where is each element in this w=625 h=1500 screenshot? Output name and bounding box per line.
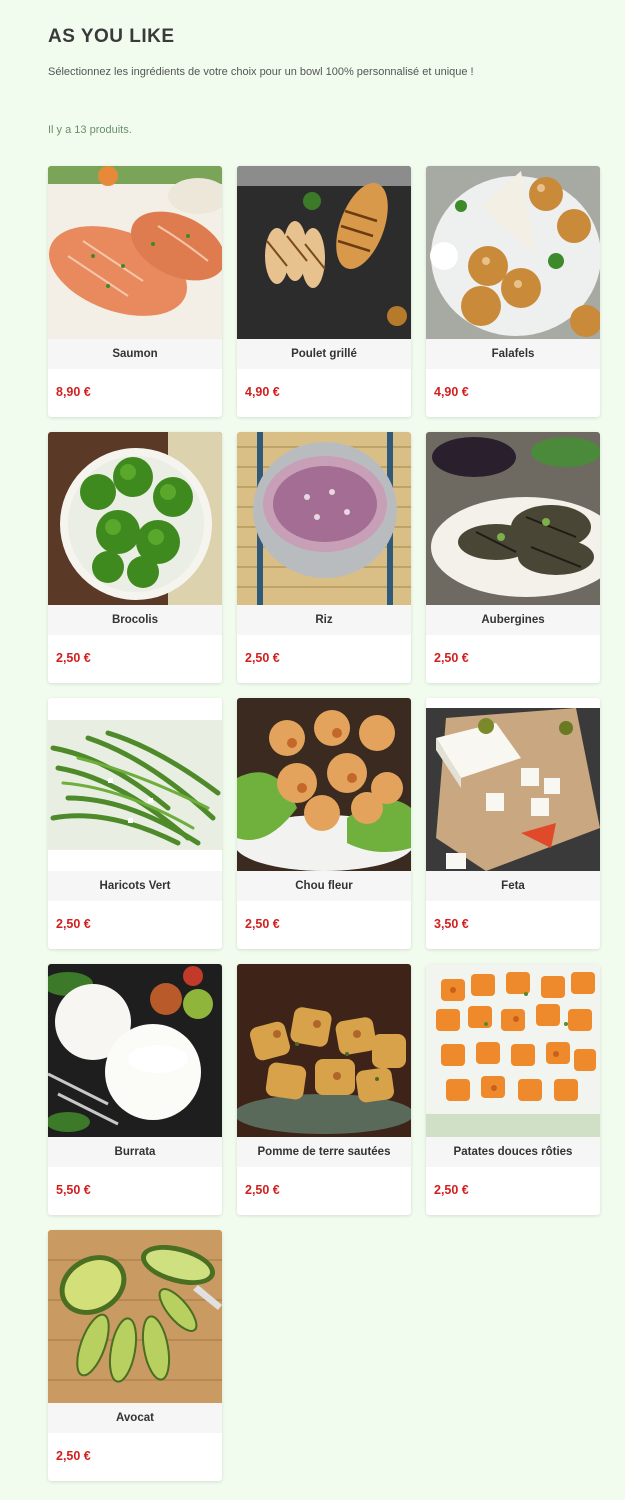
product-name[interactable]: Chou fleur (237, 871, 411, 901)
product-image-riz[interactable] (237, 432, 411, 605)
product-price: 2,50 € (434, 651, 469, 665)
product-price: 5,50 € (56, 1183, 91, 1197)
product-price: 2,50 € (245, 651, 280, 665)
product-image-feta[interactable] (426, 698, 600, 871)
product-card-poulet-grille[interactable]: Poulet grillé 4,90 € (237, 166, 411, 417)
product-image-burrata[interactable] (48, 964, 222, 1137)
product-card-aubergines[interactable]: Aubergines 2,50 € (426, 432, 600, 683)
product-image-patates-douces-roties[interactable] (426, 964, 600, 1137)
product-image-haricots-vert[interactable] (48, 698, 222, 871)
product-name[interactable]: Haricots Vert (48, 871, 222, 901)
product-card-patates-douces-roties[interactable]: Patates douces rôties 2,50 € (426, 964, 600, 1215)
product-count: Il y a 13 produits. (48, 124, 132, 136)
product-image-chou-fleur[interactable] (237, 698, 411, 871)
product-price: 4,90 € (245, 385, 280, 399)
product-card-feta[interactable]: Feta 3,50 € (426, 698, 600, 949)
product-card-pomme-de-terre-sautees[interactable]: Pomme de terre sautées 2,50 € (237, 964, 411, 1215)
product-card-avocat[interactable]: Avocat 2,50 € (48, 1230, 222, 1481)
product-price: 2,50 € (56, 1449, 91, 1463)
product-price: 2,50 € (434, 1183, 469, 1197)
product-price: 2,50 € (56, 917, 91, 931)
product-name[interactable]: Saumon (48, 339, 222, 369)
product-name[interactable]: Brocolis (48, 605, 222, 635)
product-card-falafels[interactable]: Falafels 4,90 € (426, 166, 600, 417)
product-name[interactable]: Burrata (48, 1137, 222, 1167)
product-image-pomme-de-terre-sautees[interactable] (237, 964, 411, 1137)
product-image-poulet-grille[interactable] (237, 166, 411, 339)
product-name[interactable]: Feta (426, 871, 600, 901)
product-price: 2,50 € (245, 1183, 280, 1197)
product-price: 2,50 € (245, 917, 280, 931)
product-name[interactable]: Poulet grillé (237, 339, 411, 369)
product-grid: Saumon 8,90 € Poulet grillé 4,90 € Falaf… (48, 166, 600, 1481)
product-price: 4,90 € (434, 385, 469, 399)
product-card-haricots-vert[interactable]: Haricots Vert 2,50 € (48, 698, 222, 949)
product-price: 8,90 € (56, 385, 91, 399)
product-card-burrata[interactable]: Burrata 5,50 € (48, 964, 222, 1215)
product-name[interactable]: Aubergines (426, 605, 600, 635)
product-name[interactable]: Avocat (48, 1403, 222, 1433)
product-name[interactable]: Patates douces rôties (426, 1137, 600, 1167)
product-name[interactable]: Falafels (426, 339, 600, 369)
product-image-falafels[interactable] (426, 166, 600, 339)
product-image-brocolis[interactable] (48, 432, 222, 605)
product-card-saumon[interactable]: Saumon 8,90 € (48, 166, 222, 417)
page-title: AS YOU LIKE (48, 26, 175, 47)
product-name[interactable]: Pomme de terre sautées (237, 1137, 411, 1167)
product-price: 3,50 € (434, 917, 469, 931)
product-card-chou-fleur[interactable]: Chou fleur 2,50 € (237, 698, 411, 949)
product-image-saumon[interactable] (48, 166, 222, 339)
product-card-riz[interactable]: Riz 2,50 € (237, 432, 411, 683)
product-price: 2,50 € (56, 651, 91, 665)
page-description: Sélectionnez les ingrédients de votre ch… (48, 66, 474, 78)
product-card-brocolis[interactable]: Brocolis 2,50 € (48, 432, 222, 683)
product-name[interactable]: Riz (237, 605, 411, 635)
product-image-aubergines[interactable] (426, 432, 600, 605)
product-image-avocat[interactable] (48, 1230, 222, 1403)
